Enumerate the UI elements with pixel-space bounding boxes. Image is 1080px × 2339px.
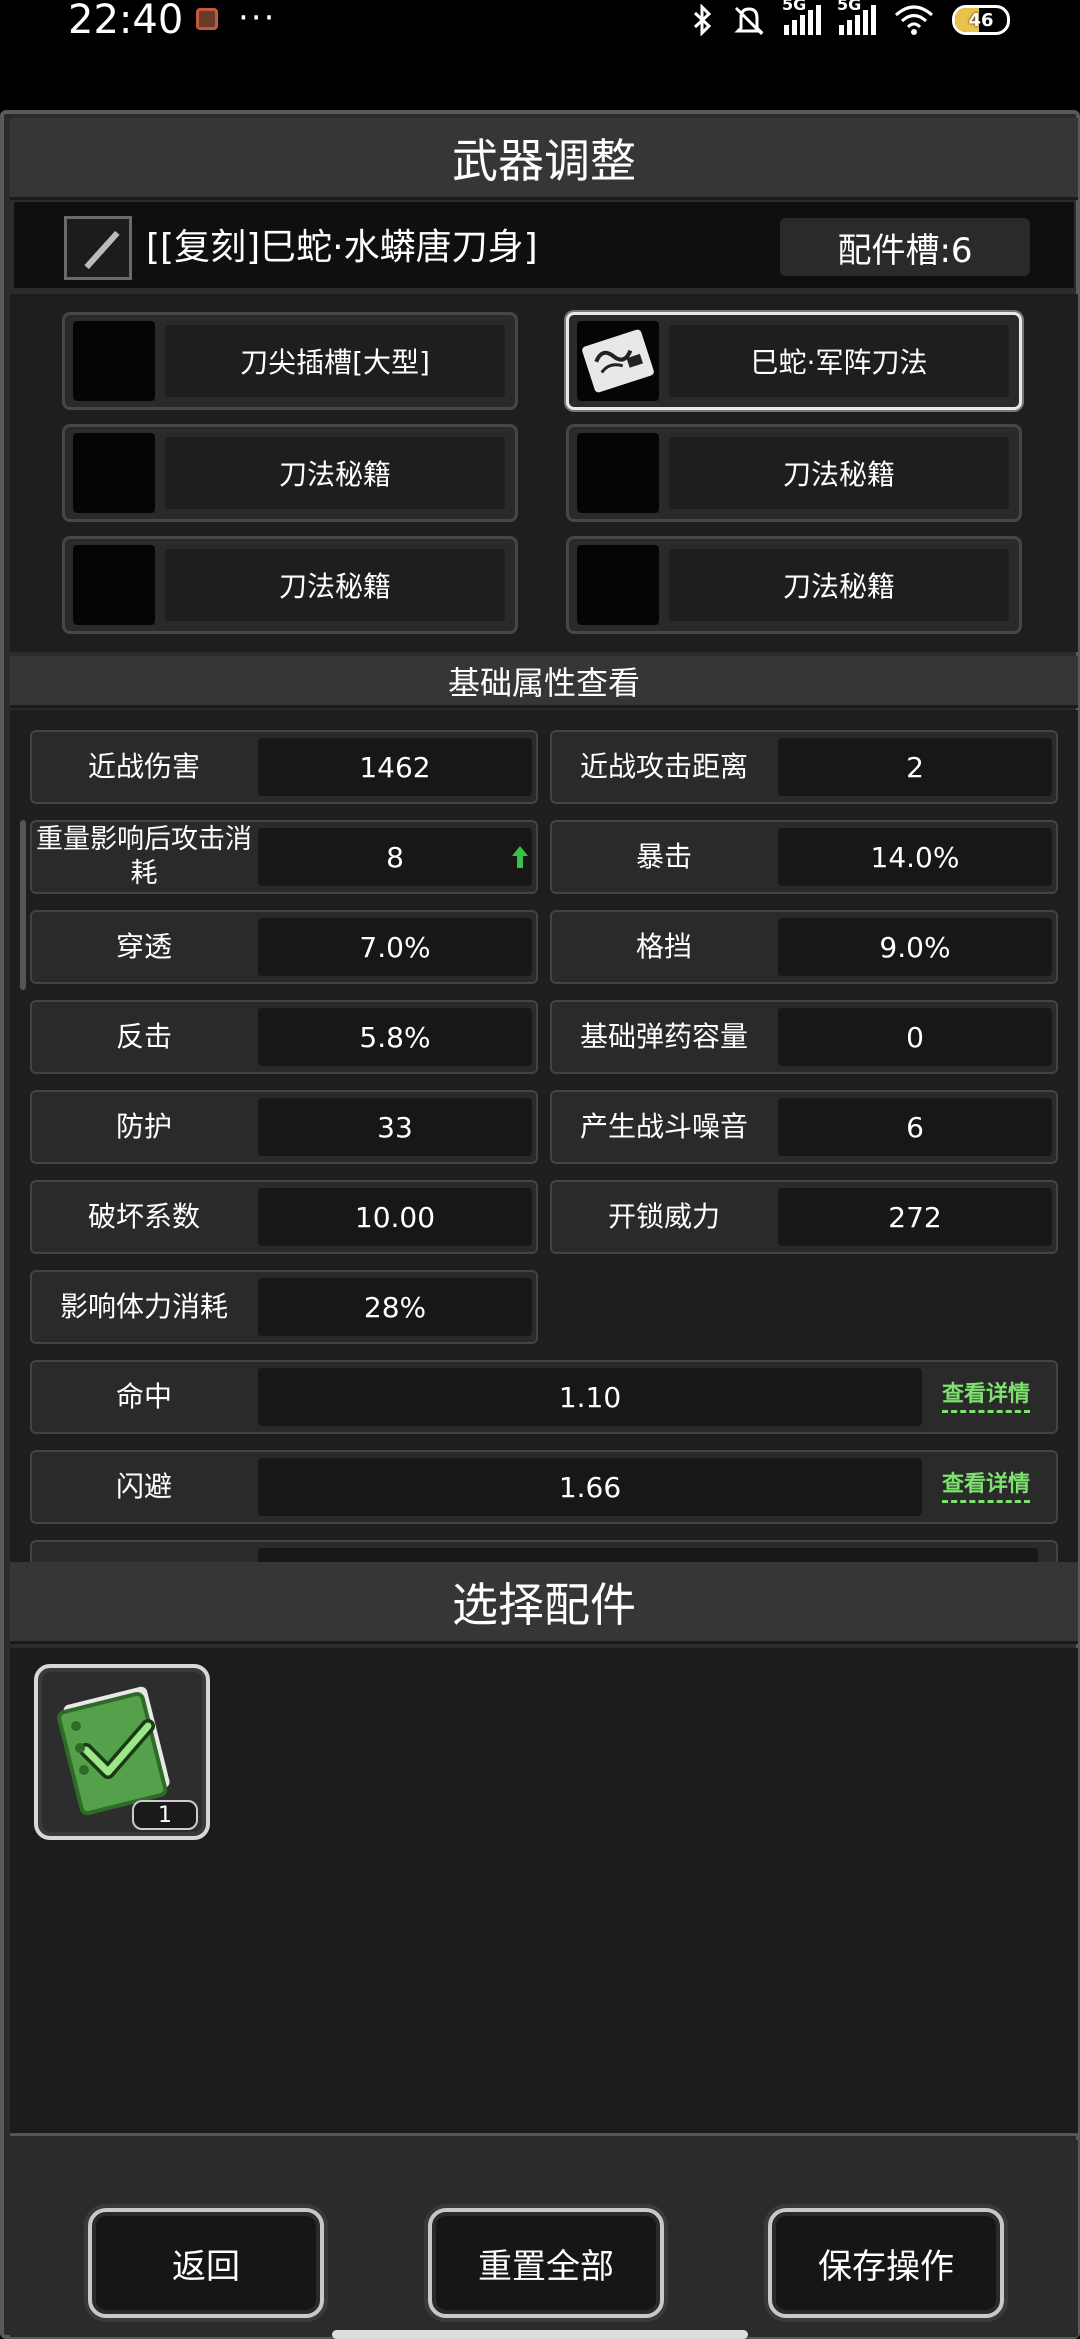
slot-6[interactable]: 刀法秘籍 [566,536,1022,634]
view-details-link[interactable]: 查看详情 [942,1466,1031,1503]
signal-icon-sim2: 5G [837,0,876,35]
weapon-adjust-panel: 武器调整 [[复刻]巳蛇·水蟒唐刀身] 配件槽:6 刀尖插槽[大型] 巳蛇·军阵… [0,110,1080,2339]
weapon-info-bar: [[复刻]巳蛇·水蟒唐刀身] 配件槽:6 [14,202,1074,288]
attr-critical: 暴击 14.0% [550,820,1058,894]
attributes-title: 基础属性查看 [10,656,1078,708]
slot-5[interactable]: 刀法秘籍 [62,536,518,634]
slot-label: 刀法秘籍 [669,549,1009,621]
attr-caliber: 弹药口径 [30,1540,1058,1564]
slot-3[interactable]: 刀法秘籍 [62,424,518,522]
action-bar: 返回 重置全部 保存操作 [10,2140,1078,2337]
attr-accuracy: 命中 1.10 查看详情 [30,1360,1058,1434]
slot-label: 刀法秘籍 [669,437,1009,509]
slot-label: 刀法秘籍 [165,549,505,621]
slot-label: 巳蛇·军阵刀法 [669,325,1009,397]
save-button[interactable]: 保存操作 [768,2208,1004,2318]
scrollbar[interactable] [20,820,26,990]
slot-2[interactable]: 巳蛇·军阵刀法 [566,312,1022,410]
mute-bell-icon [734,6,764,36]
slot-4[interactable]: 刀法秘籍 [566,424,1022,522]
attachment-inventory: 1 [10,1648,1078,2136]
slot-label: 刀法秘籍 [165,437,505,509]
attr-penetration: 穿透 7.0% [30,910,538,984]
increase-arrow-icon [512,846,528,868]
attr-attack-cost: 重量影响后攻击消耗 8 [30,820,538,894]
empty-slot-icon [73,545,155,625]
signal-icon-sim1: 5G [782,0,821,35]
slot-label: 刀尖插槽[大型] [165,325,505,397]
slot-count: 配件槽:6 [780,218,1030,276]
attachment-item[interactable]: 1 [34,1664,210,1840]
reset-all-button[interactable]: 重置全部 [428,2208,664,2318]
status-icons: 5G 5G 46 [692,0,1010,40]
empty-slot-icon [73,321,155,401]
attr-melee-range: 近战攻击距离 2 [550,730,1058,804]
clock: 22:40 [68,0,184,43]
select-attachment-title: 选择配件 [10,1562,1078,1644]
back-button[interactable]: 返回 [88,2208,324,2318]
attr-ammo-capacity: 基础弹药容量 0 [550,1000,1058,1074]
attr-stamina-cost: 影响体力消耗 28% [30,1270,538,1344]
attr-protection: 防护 33 [30,1090,538,1164]
view-details-link[interactable]: 查看详情 [942,1376,1031,1413]
slot-1[interactable]: 刀尖插槽[大型] [62,312,518,410]
empty-slot-icon [577,433,659,513]
attr-counter: 反击 5.8% [30,1000,538,1074]
attr-combat-noise: 产生战斗噪音 6 [550,1090,1058,1164]
attr-melee-damage: 近战伤害 1462 [30,730,538,804]
weapon-name: [[复刻]巳蛇·水蟒唐刀身] [146,227,538,268]
attr-evasion: 闪避 1.66 查看详情 [30,1450,1058,1524]
attachment-slots: 刀尖插槽[大型] 巳蛇·军阵刀法 刀法秘籍 刀法秘籍 刀法秘籍 刀法秘籍 [10,294,1078,652]
attr-destruction: 破坏系数 10.00 [30,1180,538,1254]
empty-slot-icon [73,433,155,513]
attr-lockpick-power: 开锁威力 272 [550,1180,1058,1254]
attributes-list[interactable]: 近战伤害 1462 近战攻击距离 2 重量影响后攻击消耗 8 暴击 14.0% … [10,710,1078,1564]
battery-icon: 46 [952,5,1010,35]
blade-icon [64,216,132,280]
wifi-icon [895,5,933,35]
home-indicator[interactable] [332,2330,748,2339]
page-title: 武器调整 [10,118,1078,200]
status-bar: 22:40 ··· 5G 5G 46 [0,0,1080,110]
more-notifications-icon: ··· [238,0,277,38]
attr-block: 格挡 9.0% [550,910,1058,984]
item-count-badge: 1 [132,1800,198,1830]
scroll-book-icon [577,321,659,401]
bluetooth-icon [693,4,712,36]
empty-slot-icon [577,545,659,625]
app-notification-icon [196,8,218,30]
